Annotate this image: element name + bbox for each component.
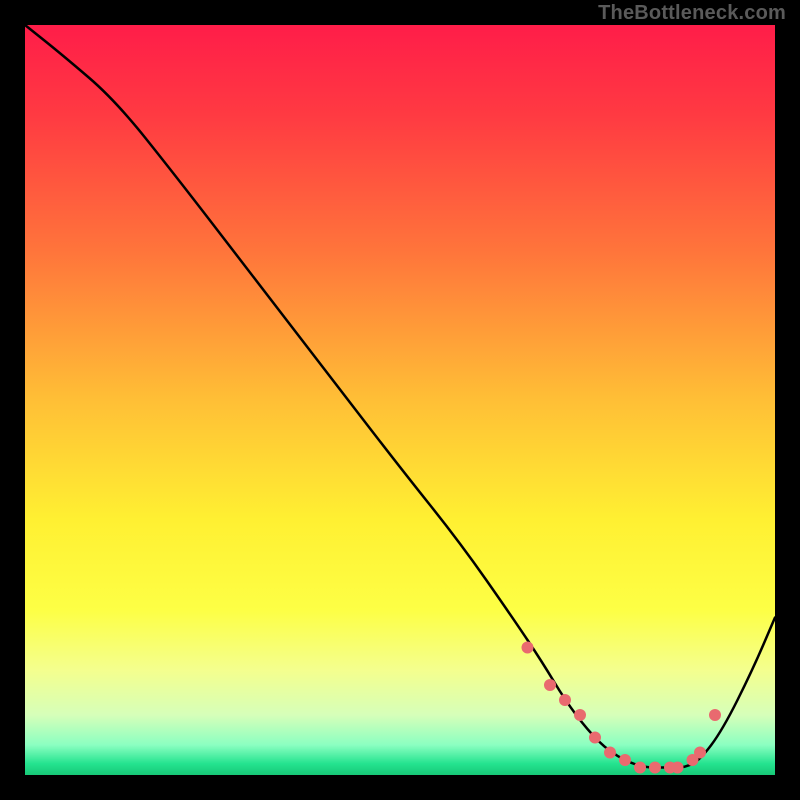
- highlight-dot: [649, 762, 661, 774]
- gradient-background: [25, 25, 775, 775]
- highlight-dot: [634, 762, 646, 774]
- bottleneck-chart: [0, 0, 800, 800]
- watermark-text: TheBottleneck.com: [598, 2, 786, 25]
- highlight-dot: [672, 762, 684, 774]
- highlight-dot: [559, 694, 571, 706]
- highlight-dot: [574, 709, 586, 721]
- highlight-dot: [619, 754, 631, 766]
- highlight-dot: [604, 747, 616, 759]
- highlight-dot: [589, 732, 601, 744]
- highlight-dot: [544, 679, 556, 691]
- highlight-dot: [522, 642, 534, 654]
- highlight-dot: [694, 747, 706, 759]
- chart-stage: TheBottleneck.com: [0, 0, 800, 800]
- highlight-dot: [709, 709, 721, 721]
